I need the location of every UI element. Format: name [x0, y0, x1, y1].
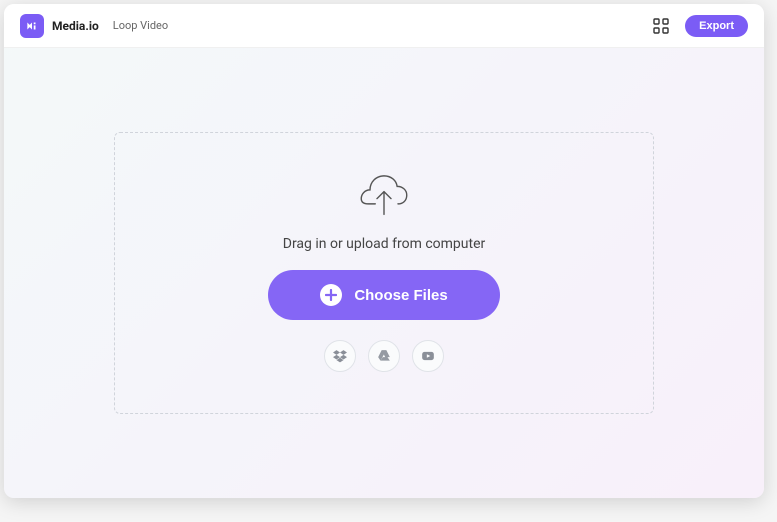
- choose-files-label: Choose Files: [354, 287, 447, 304]
- app-window: Media.io Loop Video Export Drag in or up…: [4, 4, 764, 498]
- plus-icon: [320, 284, 342, 306]
- upload-dropzone[interactable]: Drag in or upload from computer Choose F…: [114, 132, 654, 414]
- choose-files-button[interactable]: Choose Files: [268, 270, 499, 320]
- main-content: Drag in or upload from computer Choose F…: [4, 48, 764, 498]
- upload-sources: [324, 340, 444, 372]
- cloud-upload-icon: [356, 174, 412, 218]
- logo-icon: [25, 19, 39, 33]
- dropbox-icon: [333, 349, 347, 363]
- youtube-source-button[interactable]: [412, 340, 444, 372]
- brand-name: Media.io: [52, 19, 99, 33]
- page-title: Loop Video: [113, 19, 168, 32]
- header: Media.io Loop Video Export: [4, 4, 764, 48]
- apps-grid-icon[interactable]: [653, 18, 669, 34]
- google-drive-source-button[interactable]: [368, 340, 400, 372]
- app-logo[interactable]: [20, 14, 44, 38]
- youtube-icon: [421, 349, 435, 363]
- dropbox-source-button[interactable]: [324, 340, 356, 372]
- dropzone-instruction: Drag in or upload from computer: [283, 236, 486, 252]
- google-drive-icon: [377, 349, 391, 363]
- export-button[interactable]: Export: [685, 15, 748, 37]
